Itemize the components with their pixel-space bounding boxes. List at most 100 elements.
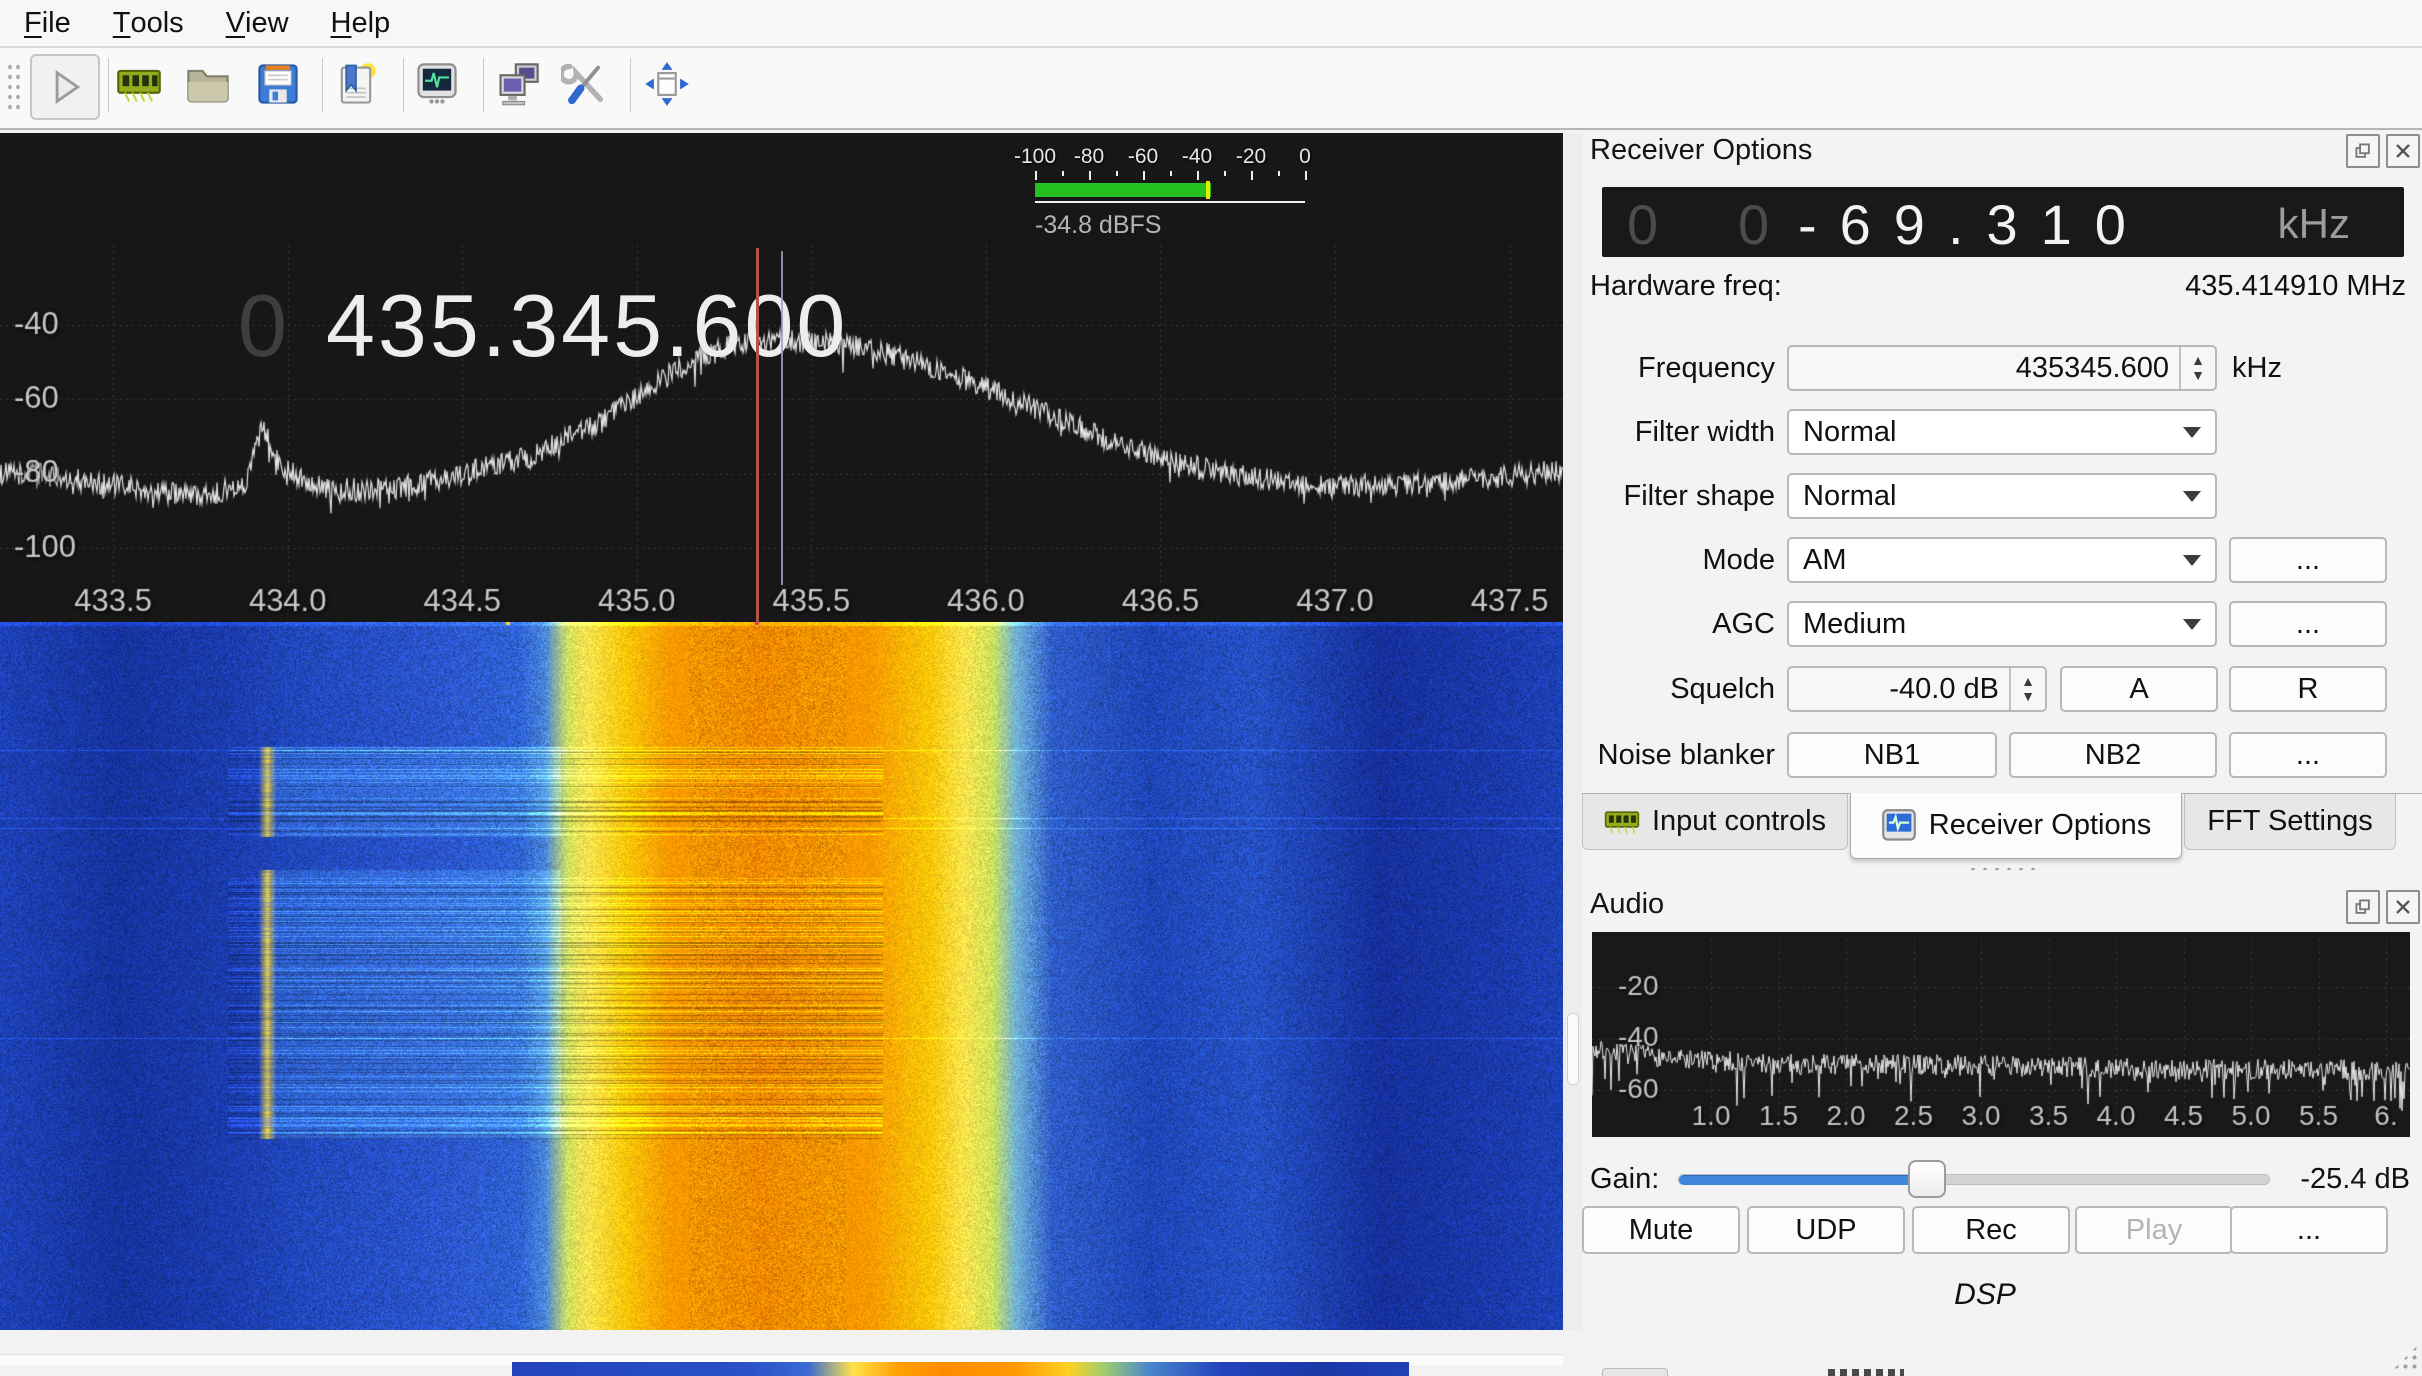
meter-baseline bbox=[1035, 201, 1305, 203]
tab-label: FFT Settings bbox=[2207, 805, 2372, 838]
noise-blanker-label: Noise blanker bbox=[1582, 739, 1775, 772]
fullscreen-move-icon[interactable] bbox=[643, 60, 691, 108]
hardware-freq-label: Hardware freq: bbox=[1590, 270, 1782, 303]
udp-button[interactable]: UDP bbox=[1747, 1206, 1905, 1254]
filter-shape-value: Normal bbox=[1803, 480, 1896, 513]
frequency-readout-dim-digit: 0 bbox=[238, 275, 290, 377]
menu-tools[interactable]: Tools bbox=[95, 0, 202, 46]
tab-input-controls[interactable]: Input controls bbox=[1582, 794, 1848, 850]
toolbar-separator bbox=[322, 58, 323, 112]
splitter-handle[interactable] bbox=[1567, 1013, 1579, 1085]
squelch-spinbox[interactable]: -40.0 dB ▲▼ bbox=[1787, 666, 2047, 712]
waterfall-display[interactable] bbox=[0, 622, 1563, 1330]
frequency-spinbox[interactable]: 435345.600 ▲▼ bbox=[1787, 345, 2217, 391]
menu-help[interactable]: Help bbox=[313, 0, 409, 46]
device-config-chip-icon[interactable] bbox=[115, 60, 163, 108]
filter-shape-label: Filter shape bbox=[1582, 480, 1775, 513]
signal-strength-meter: -100-80-60-40-200 -34.8 dBFS bbox=[1035, 145, 1305, 255]
tools-wrench-icon[interactable] bbox=[561, 60, 609, 108]
gqrx-window: File Tools View Help bbox=[0, 0, 2422, 1376]
tab-receiver-options[interactable]: Receiver Options bbox=[1850, 793, 2182, 859]
meter-tick-label: -40 bbox=[1182, 145, 1212, 169]
filter-width-value: Normal bbox=[1803, 416, 1896, 449]
menu-view[interactable]: View bbox=[208, 0, 307, 46]
receiver-options-title: Receiver Options bbox=[1590, 134, 1812, 167]
float-dock-button[interactable] bbox=[2346, 890, 2380, 924]
mode-combo[interactable]: AM bbox=[1787, 537, 2217, 583]
close-dock-button[interactable] bbox=[2386, 134, 2420, 168]
panel-splitter[interactable] bbox=[1563, 133, 1582, 1330]
start-dsp-button[interactable] bbox=[30, 54, 100, 120]
spin-arrows-icon[interactable]: ▲▼ bbox=[2179, 347, 2215, 389]
agc-combo[interactable]: Medium bbox=[1787, 601, 2217, 647]
float-dock-button[interactable] bbox=[2346, 134, 2380, 168]
remote-computers-icon[interactable] bbox=[494, 60, 542, 108]
dsp-label: DSP bbox=[1582, 1278, 2388, 1312]
dock-tab-bar: Input controls Receiver Options FFT Sett… bbox=[1582, 793, 2422, 865]
frequency-spinbox-value: 435345.600 bbox=[1789, 352, 2179, 385]
right-dock-panel: Receiver Options 0 0 -69.310 kHz Hardwar… bbox=[1582, 132, 2422, 1376]
meter-tick-label: -20 bbox=[1236, 145, 1266, 169]
meter-level-bar bbox=[1035, 183, 1211, 197]
filter-width-combo[interactable]: Normal bbox=[1787, 409, 2217, 455]
frequency-readout-value: 435.345.600 bbox=[326, 275, 848, 377]
dock-separator-handle[interactable] bbox=[1967, 865, 2039, 873]
audio-options-button[interactable]: ... bbox=[2230, 1206, 2388, 1254]
tuning-line[interactable] bbox=[756, 248, 759, 623]
spin-arrows-icon[interactable]: ▲▼ bbox=[2009, 668, 2045, 710]
background-window-text-fragment bbox=[1828, 1369, 1904, 1376]
agc-options-button[interactable]: ... bbox=[2229, 601, 2387, 647]
spectrum-window-monitor-icon[interactable] bbox=[413, 60, 461, 108]
open-file-folder-icon[interactable] bbox=[184, 60, 232, 108]
meter-dbfs-caption: -34.8 dBFS bbox=[1035, 211, 1305, 240]
mute-button[interactable]: Mute bbox=[1582, 1206, 1740, 1254]
close-icon bbox=[2393, 141, 2413, 161]
filter-width-label: Filter width bbox=[1582, 416, 1775, 449]
toolbar-drag-handle[interactable] bbox=[6, 62, 22, 114]
mode-value: AM bbox=[1803, 544, 1847, 577]
squelch-value: -40.0 dB bbox=[1789, 673, 2009, 706]
chevron-down-icon bbox=[2183, 491, 2201, 502]
audio-spectrum-plot[interactable] bbox=[1592, 932, 2410, 1137]
gain-value: -25.4 dB bbox=[2300, 1163, 2410, 1196]
rec-button[interactable]: Rec bbox=[1912, 1206, 2070, 1254]
gain-label: Gain: bbox=[1590, 1163, 1659, 1196]
gain-slider-handle[interactable] bbox=[1908, 1160, 1946, 1198]
squelch-label: Squelch bbox=[1582, 673, 1775, 706]
menu-file[interactable]: File bbox=[6, 0, 89, 46]
lcd-dim-digit: 0 bbox=[1627, 192, 1658, 257]
gain-slider-fill bbox=[1679, 1175, 1927, 1185]
bookmarks-book-icon[interactable] bbox=[332, 60, 380, 108]
save-file-floppy-icon[interactable] bbox=[254, 60, 302, 108]
frequency-label: Frequency bbox=[1582, 352, 1775, 385]
hardware-freq-value: 435.414910 MHz bbox=[2185, 270, 2406, 303]
filter-shape-combo[interactable]: Normal bbox=[1787, 473, 2217, 519]
nb2-button[interactable]: NB2 bbox=[2009, 732, 2217, 778]
close-dock-button[interactable] bbox=[2386, 890, 2420, 924]
mode-label: Mode bbox=[1582, 544, 1775, 577]
squelch-auto-button[interactable]: A bbox=[2060, 666, 2218, 712]
nb1-button[interactable]: NB1 bbox=[1787, 732, 1997, 778]
gain-slider[interactable] bbox=[1678, 1174, 2270, 1185]
audio-spectrum-panel bbox=[1592, 932, 2410, 1137]
squelch-reset-button[interactable]: R bbox=[2229, 666, 2387, 712]
toolbar-separator bbox=[403, 58, 404, 112]
plotter-area: 0 435.345.600 -100-80-60-40-200 -34.8 dB… bbox=[0, 133, 1563, 1330]
tab-fft-settings[interactable]: FFT Settings bbox=[2184, 794, 2396, 850]
mode-options-button[interactable]: ... bbox=[2229, 537, 2387, 583]
display-icon bbox=[1881, 809, 1917, 843]
agc-label: AGC bbox=[1582, 608, 1775, 641]
meter-tick-label: 0 bbox=[1299, 145, 1311, 169]
frequency-unit-label: kHz bbox=[2232, 352, 2282, 385]
chevron-down-icon bbox=[2183, 619, 2201, 630]
chevron-down-icon bbox=[2183, 555, 2201, 566]
meter-peak-marker bbox=[1206, 181, 1210, 199]
toolbar-separator bbox=[108, 58, 109, 112]
menu-bar: File Tools View Help bbox=[0, 0, 2422, 48]
noise-blanker-options-button[interactable]: ... bbox=[2229, 732, 2387, 778]
offset-frequency-lcd[interactable]: 0 0 -69.310 kHz bbox=[1602, 187, 2404, 257]
background-waterfall-strip bbox=[512, 1361, 1409, 1376]
play-button[interactable]: Play bbox=[2075, 1206, 2233, 1254]
lcd-dim-digit: 0 bbox=[1738, 192, 1769, 257]
play-icon bbox=[46, 66, 84, 108]
